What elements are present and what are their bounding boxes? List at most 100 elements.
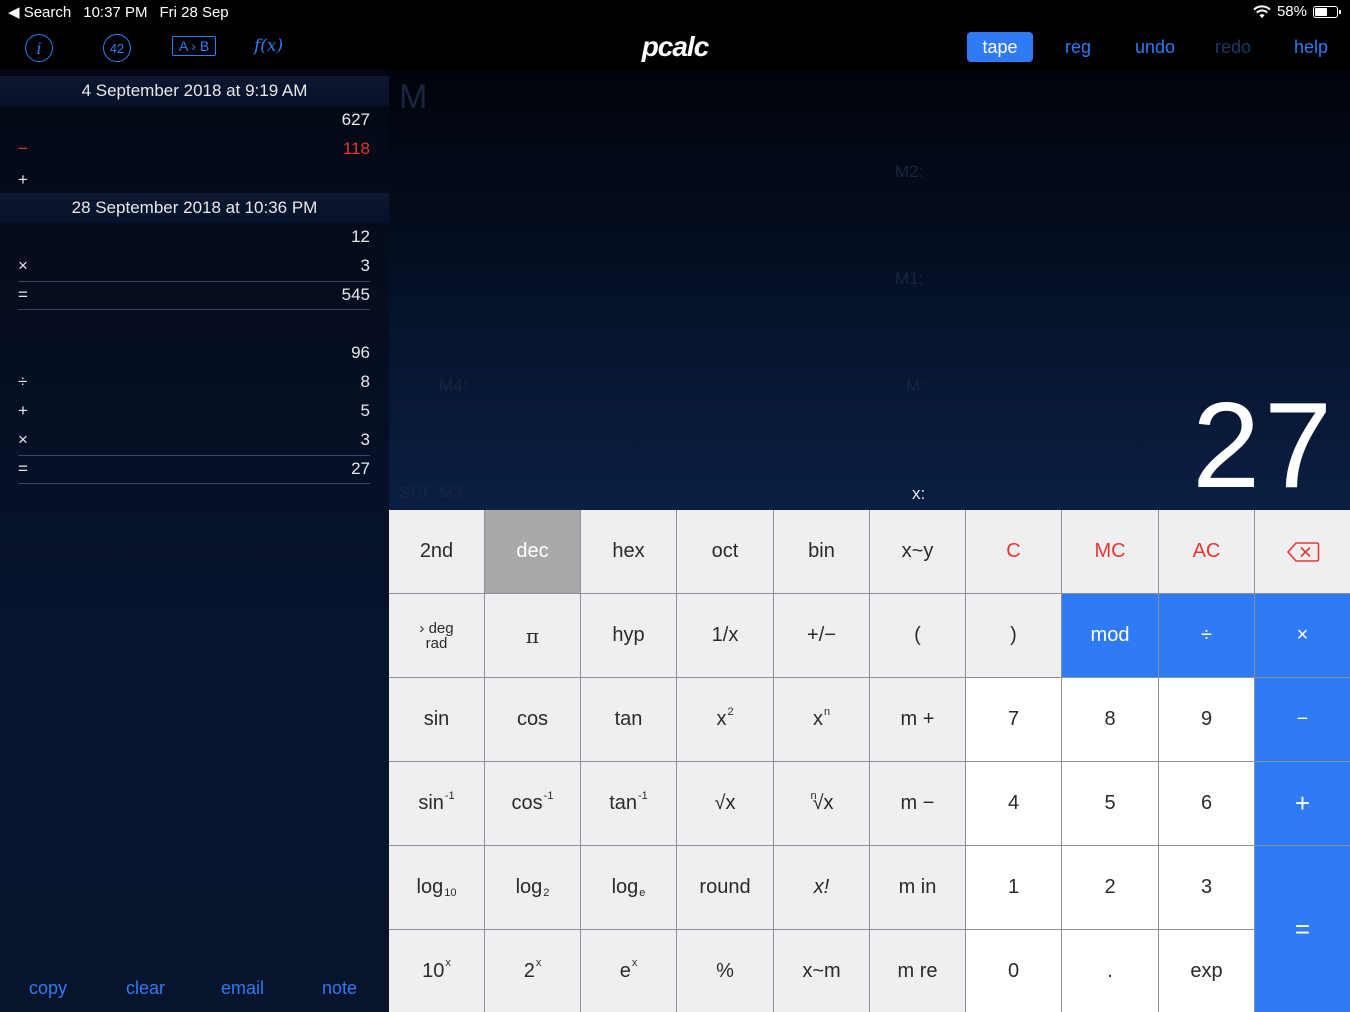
tape-row: = 545 — [18, 280, 370, 309]
tape-session-date: 4 September 2018 at 9:19 AM — [0, 76, 389, 106]
memory-indicator: M — [399, 78, 428, 116]
memory-minus-key[interactable]: m − — [870, 762, 965, 845]
reg-button[interactable]: reg — [1058, 32, 1098, 62]
tape-row: + — [18, 165, 370, 194]
x-register-label: x: — [912, 484, 926, 503]
tape-rule — [18, 309, 370, 310]
multiply-key[interactable]: × — [1255, 594, 1350, 677]
digit-1-key[interactable]: 1 — [966, 846, 1061, 929]
digit-2-key[interactable]: 2 — [1062, 846, 1158, 929]
tape-value: 12 — [351, 227, 370, 246]
second-function-key[interactable]: 2nd — [389, 510, 484, 593]
digit-4-key[interactable]: 4 — [966, 762, 1061, 845]
tape-value: 3 — [360, 256, 370, 275]
tape-row: − 118 — [18, 134, 370, 163]
decimal-mode-key[interactable]: dec — [485, 510, 580, 593]
memory-in-key[interactable]: m in — [870, 846, 965, 929]
calculator-display[interactable]: M M2: M1: M4: M: SCI M3: x: 27 — [389, 70, 1350, 510]
square-root-key[interactable]: √x — [677, 762, 773, 845]
tape-operator: × — [18, 256, 28, 275]
mod-key[interactable]: mod — [1062, 594, 1158, 677]
toolbar: i 42 A › B f(x) pcalc tape reg undo redo… — [0, 24, 1350, 70]
factorial-key[interactable]: x! — [774, 846, 869, 929]
arcsin-key[interactable]: sin -1 — [389, 762, 484, 845]
arctan-key[interactable]: tan -1 — [581, 762, 676, 845]
copy-button[interactable]: copy — [29, 978, 67, 999]
tape-value: 8 — [360, 372, 370, 391]
plus-minus-key[interactable]: +/− — [774, 594, 869, 677]
tape-operator: × — [18, 430, 28, 449]
digit-5-key[interactable]: 5 — [1062, 762, 1158, 845]
digit-6-key[interactable]: 6 — [1159, 762, 1254, 845]
nth-root-key[interactable]: n √x — [774, 762, 869, 845]
binary-mode-key[interactable]: bin — [774, 510, 869, 593]
memory-clear-key[interactable]: MC — [1062, 510, 1158, 593]
two-power-key[interactable]: 2x — [485, 930, 580, 1012]
memory-m3-label: M3: — [439, 483, 468, 502]
divide-key[interactable]: ÷ — [1159, 594, 1254, 677]
swap-xy-key[interactable]: x~y — [870, 510, 965, 593]
tape-row: ÷ 8 — [18, 367, 370, 396]
status-time: 10:37 PM — [83, 3, 148, 21]
reciprocal-key[interactable]: 1/x — [677, 594, 773, 677]
note-button[interactable]: note — [322, 978, 357, 999]
arccos-key[interactable]: cos -1 — [485, 762, 580, 845]
clear-button[interactable]: clear — [126, 978, 165, 999]
ln-key[interactable]: log e — [581, 846, 676, 929]
backspace-key[interactable] — [1255, 510, 1350, 593]
subtract-key[interactable]: − — [1255, 678, 1350, 761]
log10-key[interactable]: log 10 — [389, 846, 484, 929]
round-key[interactable]: round — [677, 846, 773, 929]
digit-8-key[interactable]: 8 — [1062, 678, 1158, 761]
square-key[interactable]: x2 — [677, 678, 773, 761]
display-value: 27 — [1192, 377, 1336, 513]
e-power-key[interactable]: ex — [581, 930, 676, 1012]
right-paren-key[interactable]: ) — [966, 594, 1061, 677]
octal-mode-key[interactable]: oct — [677, 510, 773, 593]
power-n-key[interactable]: xn — [774, 678, 869, 761]
tape-operator: = — [18, 285, 28, 304]
sci-mode-label: SCI — [399, 483, 428, 502]
tan-key[interactable]: tan — [581, 678, 676, 761]
undo-button[interactable]: undo — [1130, 32, 1180, 62]
hex-mode-key[interactable]: hex — [581, 510, 676, 593]
digit-0-key[interactable]: 0 — [966, 930, 1061, 1012]
tape-row: × 3 — [18, 251, 370, 280]
ten-power-key[interactable]: 10 x — [389, 930, 484, 1012]
tape-value: 5 — [360, 401, 370, 420]
cos-key[interactable]: cos — [485, 678, 580, 761]
left-paren-key[interactable]: ( — [870, 594, 965, 677]
add-key[interactable]: + — [1255, 762, 1350, 845]
back-to-search-link[interactable]: ◀ Search — [8, 3, 71, 21]
battery-icon — [1313, 5, 1341, 18]
all-clear-key[interactable]: AC — [1159, 510, 1254, 593]
decimal-point-key[interactable]: . — [1062, 930, 1158, 1012]
tape-operator: + — [18, 170, 28, 189]
pi-key[interactable]: π — [485, 594, 580, 677]
log2-key[interactable]: log 2 — [485, 846, 580, 929]
redo-button[interactable]: redo — [1210, 32, 1256, 62]
memory-recall-key[interactable]: m re — [870, 930, 965, 1012]
backspace-icon — [1286, 541, 1319, 562]
tape-panel[interactable]: 4 September 2018 at 9:19 AM 627 − 118 + … — [0, 70, 389, 1012]
digit-9-key[interactable]: 9 — [1159, 678, 1254, 761]
tape-row: 12 — [18, 222, 370, 251]
tape-button[interactable]: tape — [967, 32, 1033, 62]
equals-key[interactable]: = — [1255, 846, 1350, 1012]
exponent-key[interactable]: exp — [1159, 930, 1254, 1012]
tape-row: × 3 — [18, 425, 370, 454]
email-button[interactable]: email — [221, 978, 264, 999]
memory-plus-key[interactable]: m + — [870, 678, 965, 761]
percent-key[interactable]: % — [677, 930, 773, 1012]
tape-operator: − — [18, 139, 28, 158]
digit-3-key[interactable]: 3 — [1159, 846, 1254, 929]
help-button[interactable]: help — [1290, 32, 1332, 62]
wifi-icon — [1253, 4, 1271, 18]
clear-key[interactable]: C — [966, 510, 1061, 593]
tape-operator: = — [18, 459, 28, 478]
hyperbolic-key[interactable]: hyp — [581, 594, 676, 677]
digit-7-key[interactable]: 7 — [966, 678, 1061, 761]
swap-x-memory-key[interactable]: x~m — [774, 930, 869, 1012]
deg-rad-toggle-key[interactable]: › deg rad — [389, 594, 484, 677]
sin-key[interactable]: sin — [389, 678, 484, 761]
